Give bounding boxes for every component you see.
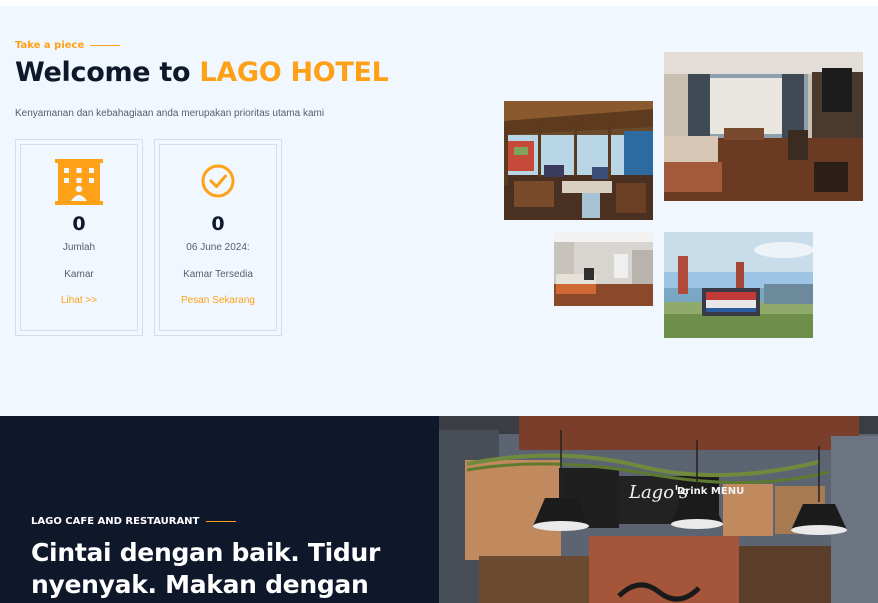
beach-monument-photo	[664, 232, 813, 338]
restaurant-title: Cintai dengan baik. Tidur nyenyak. Makan…	[31, 538, 381, 599]
title-prefix: Welcome to	[15, 57, 191, 88]
page-title: Welcome to LAGO HOTEL	[15, 57, 389, 88]
stat-label: Jumlah	[62, 242, 96, 253]
book-now-link[interactable]: Pesan Sekarang	[160, 295, 276, 306]
about-section: Take a piece Welcome to LAGO HOTEL Kenya…	[0, 6, 878, 416]
restaurant-eyebrow: LAGO CAFE AND RESTAURANT	[31, 516, 237, 527]
eyebrow-text: Take a piece	[15, 40, 85, 51]
eyebrow-line	[90, 45, 121, 46]
cafe-menu-text: Drink MENU	[677, 486, 744, 497]
cafe-interior-photo: Lago's Drink MENU	[439, 416, 878, 603]
stat-value: 0	[211, 213, 225, 235]
eyebrow-line	[206, 521, 237, 522]
stat-sublabel: Kamar	[64, 269, 94, 280]
check-circle-icon	[194, 159, 242, 205]
section-eyebrow: Take a piece	[15, 40, 121, 51]
stat-card-rooms: 0 Jumlah Kamar Lihat >>	[15, 139, 143, 336]
eyebrow-text: LAGO CAFE AND RESTAURANT	[31, 516, 200, 527]
lead-text: Kenyamanan dan kebahagiaan anda merupaka…	[15, 108, 325, 119]
room-interior-photo	[554, 232, 653, 306]
restaurant-section: LAGO CAFE AND RESTAURANT Cintai dengan b…	[0, 416, 439, 603]
view-rooms-link[interactable]: Lihat >>	[21, 295, 137, 306]
stat-sublabel: Kamar Tersedia	[183, 269, 253, 280]
stat-value: 0	[72, 213, 86, 235]
hotel-building-icon	[55, 159, 103, 205]
title-brand: LAGO HOTEL	[199, 57, 389, 88]
restaurant-terrace-photo	[504, 101, 653, 220]
hotel-room-photo	[664, 52, 863, 201]
stat-date: 06 June 2024:	[186, 242, 250, 253]
stat-card-available: 0 06 June 2024: Kamar Tersedia Pesan Sek…	[154, 139, 282, 336]
